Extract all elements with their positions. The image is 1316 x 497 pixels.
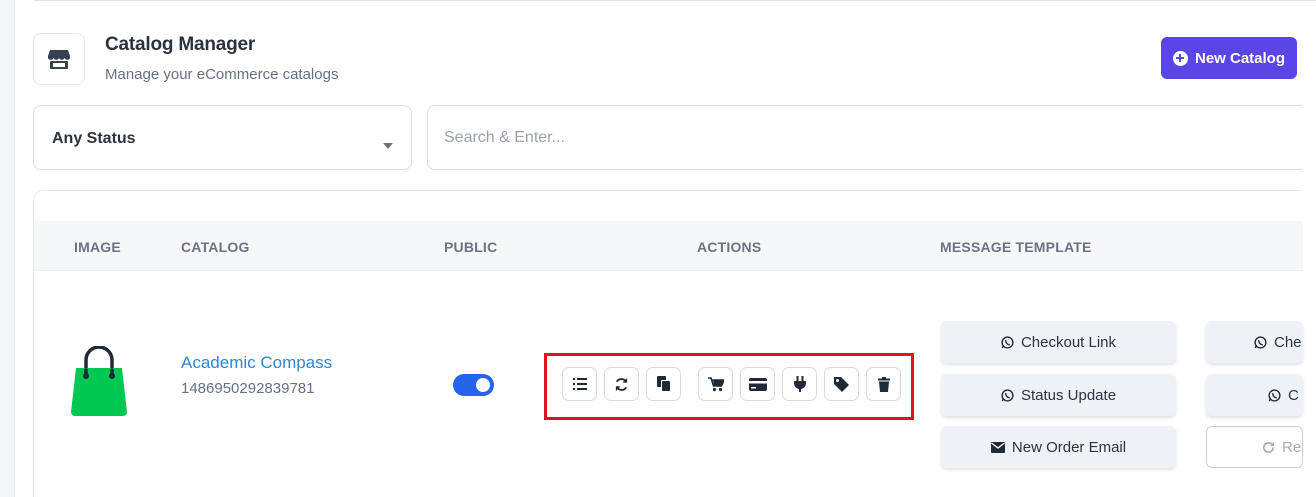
- sync-icon: [615, 377, 628, 391]
- template-col2-label-3: Re: [1282, 438, 1302, 456]
- caret-down-icon: [383, 143, 393, 149]
- whatsapp-icon: [1254, 335, 1267, 349]
- status-filter-select[interactable]: Any Status: [33, 105, 412, 170]
- template-button-col2-1[interactable]: Che: [1206, 321, 1303, 363]
- whatsapp-icon: [1001, 335, 1014, 349]
- plug-button[interactable]: [782, 367, 817, 401]
- credit-card-icon: [748, 377, 767, 391]
- store-icon: [33, 33, 85, 85]
- sync-button[interactable]: [604, 367, 639, 401]
- credit-card-button[interactable]: [740, 367, 775, 401]
- list-button[interactable]: [562, 367, 597, 401]
- whatsapp-icon: [1268, 388, 1281, 402]
- cart-button[interactable]: [698, 367, 733, 401]
- whatsapp-icon: [1001, 388, 1014, 402]
- new-order-email-button[interactable]: New Order Email: [941, 426, 1176, 468]
- tag-icon: [834, 376, 849, 392]
- column-header-catalog: CATALOG: [181, 239, 250, 255]
- status-update-button[interactable]: Status Update: [941, 374, 1176, 416]
- new-order-email-label: New Order Email: [1011, 438, 1127, 456]
- catalog-table: IMAGE CATALOG PUBLIC ACTIONS MESSAGE TEM…: [33, 190, 1303, 497]
- template-button-col2-3[interactable]: Re: [1206, 426, 1303, 468]
- list-icon: [572, 378, 587, 390]
- catalog-name-link[interactable]: Academic Compass: [181, 353, 332, 373]
- column-header-actions: ACTIONS: [697, 239, 762, 255]
- page-title: Catalog Manager: [105, 34, 256, 55]
- template-col2-label-1: Che: [1274, 333, 1302, 351]
- page-subtitle: Manage your eCommerce catalogs: [105, 66, 339, 83]
- template-button-col2-2[interactable]: C: [1206, 374, 1303, 416]
- column-header-public: PUBLIC: [444, 239, 498, 255]
- cart-icon: [707, 376, 724, 391]
- table-header: IMAGE CATALOG PUBLIC ACTIONS MESSAGE TEM…: [34, 221, 1303, 271]
- column-header-image: IMAGE: [74, 239, 121, 255]
- public-toggle[interactable]: [453, 374, 494, 396]
- envelope-icon: [990, 441, 1005, 453]
- catalog-id: 1486950292839781: [181, 380, 315, 397]
- copy-icon: [656, 376, 671, 392]
- status-filter-value: Any Status: [52, 130, 136, 147]
- tag-button[interactable]: [824, 367, 859, 401]
- column-header-message-template: MESSAGE TEMPLATE: [940, 239, 1092, 255]
- trash-icon: [877, 376, 890, 392]
- status-update-label: Status Update: [1020, 386, 1117, 404]
- new-catalog-button[interactable]: New Catalog: [1161, 37, 1297, 79]
- checkout-link-button[interactable]: Checkout Link: [941, 321, 1176, 363]
- delete-button[interactable]: [866, 367, 901, 401]
- template-col2-label-2: C: [1288, 386, 1299, 404]
- top-divider: [34, 0, 1316, 1]
- plug-icon: [793, 376, 806, 392]
- copy-button[interactable]: [646, 367, 681, 401]
- checkout-link-label: Checkout Link: [1020, 333, 1117, 351]
- plus-circle-icon: [1172, 50, 1188, 66]
- shopping-bag-image: [69, 345, 129, 423]
- search-input[interactable]: [427, 105, 1302, 170]
- toggle-knob: [476, 378, 490, 392]
- new-catalog-label: New Catalog: [1194, 49, 1285, 67]
- redo-icon: [1263, 441, 1275, 453]
